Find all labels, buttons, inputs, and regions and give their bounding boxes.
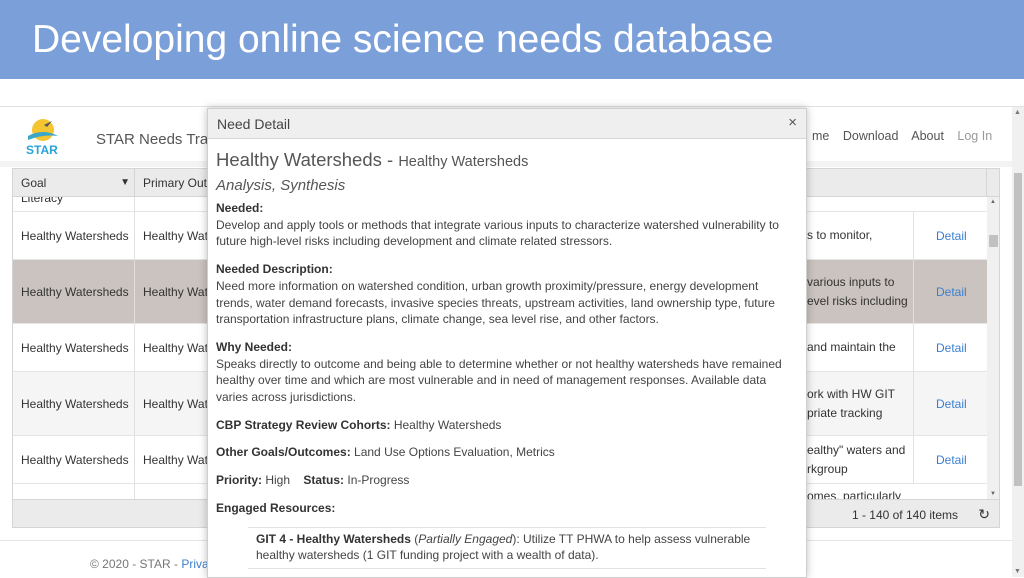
slide-title: Developing online science needs database: [32, 18, 774, 61]
engaged-label: Engaged Resources:: [216, 500, 336, 515]
cohorts-line: CBP Strategy Review Cohorts: Healthy Wat…: [216, 417, 502, 432]
detail-link[interactable]: Detail: [913, 372, 987, 435]
modal-body: Healthy Watersheds - Healthy Watersheds …: [208, 139, 806, 577]
cell-description: omes, particularly: [807, 489, 902, 499]
cell-goal: Literacy: [13, 197, 135, 211]
need-detail-modal: Need Detail × Healthy Watersheds - Healt…: [207, 108, 807, 578]
column-detail: [913, 169, 987, 197]
top-nav: me Download About Log In: [812, 129, 1002, 143]
footer: © 2020 - STAR - Priva: [90, 557, 209, 571]
modal-title: Need Detail: [217, 116, 291, 132]
why-section: Why Needed: Speaks directly to outcome an…: [216, 339, 782, 405]
scroll-down-icon[interactable]: ▼: [990, 491, 996, 497]
cell-goal: Healthy Watersheds: [13, 324, 135, 371]
cell-goal: [13, 484, 135, 499]
column-goal[interactable]: Goal ▼: [13, 169, 135, 197]
cell-goal: Healthy Watersheds: [13, 260, 135, 323]
detail-link[interactable]: Detail: [913, 212, 987, 259]
other-goals-line: Other Goals/Outcomes: Land Use Options E…: [216, 445, 555, 460]
page-scrollbar[interactable]: ▲ ▼: [1012, 107, 1024, 577]
page-scroll-thumb[interactable]: [1014, 173, 1022, 486]
modal-header: Need Detail ×: [208, 109, 806, 139]
cell-goal: Healthy Watersheds: [13, 436, 135, 483]
privacy-link[interactable]: Priva: [181, 557, 208, 571]
priority-status-line: Priority: High Status: In-Progress: [216, 473, 410, 488]
detail-link[interactable]: Detail: [913, 436, 987, 483]
refresh-icon[interactable]: ↻: [978, 506, 990, 523]
engaged-resource: GIT 4 - Healthy Watersheds (Partially En…: [248, 526, 766, 569]
nav-login[interactable]: Log In: [957, 129, 992, 143]
cell-description: ork with HW GIT priate tracking: [807, 386, 896, 420]
svg-text:STAR: STAR: [26, 143, 58, 156]
needed-section: Needed: Develop and apply tools or method…: [216, 201, 779, 249]
grid-scrollbar[interactable]: ▲ ▼: [987, 197, 999, 499]
nav-about[interactable]: About: [911, 129, 944, 143]
cell-goal: Healthy Watersheds: [13, 212, 135, 259]
cell-description: s to monitor,: [807, 228, 873, 242]
cell-description: various inputs to evel risks including: [807, 274, 908, 308]
cell-description: and maintain the: [807, 340, 896, 354]
need-type: Analysis, Synthesis: [216, 177, 346, 194]
nav-home[interactable]: me: [812, 129, 829, 143]
detail-link[interactable]: Detail: [913, 260, 987, 323]
cell-goal: Healthy Watersheds: [13, 372, 135, 435]
grid-scroll-thumb[interactable]: [989, 235, 998, 247]
scroll-down-icon[interactable]: ▼: [1014, 568, 1021, 575]
star-logo: STAR: [26, 119, 58, 156]
footer-copyright: © 2020 - STAR -: [90, 557, 182, 571]
cell-description: ealthy" waters and rkgroup: [807, 442, 906, 476]
detail-link[interactable]: Detail: [913, 324, 987, 371]
nav-download[interactable]: Download: [843, 129, 899, 143]
scroll-up-icon[interactable]: ▲: [990, 199, 996, 205]
site-brand[interactable]: STAR Needs Trac: [96, 131, 216, 148]
pager-info: 1 - 140 of 140 items: [851, 508, 958, 522]
close-icon[interactable]: ×: [788, 114, 797, 131]
scroll-up-icon[interactable]: ▲: [1014, 109, 1021, 116]
slide-title-bar: Developing online science needs database: [0, 0, 1024, 79]
filter-icon[interactable]: ▼: [120, 169, 130, 197]
need-heading: Healthy Watersheds - Healthy Watersheds: [216, 149, 529, 170]
description-section: Needed Description: Need more information…: [216, 262, 775, 327]
